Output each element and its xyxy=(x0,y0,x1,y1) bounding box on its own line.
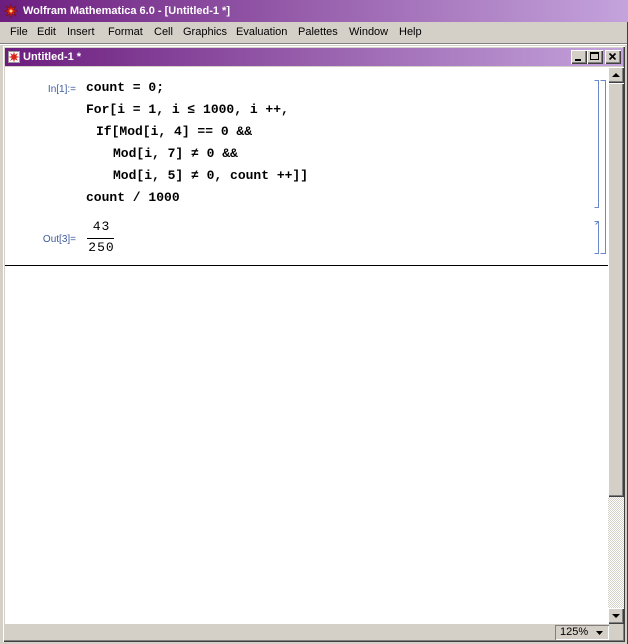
menu-help[interactable]: Help xyxy=(399,22,422,42)
menu-evaluation[interactable]: Evaluation xyxy=(236,22,287,42)
menu-format[interactable]: Format xyxy=(108,22,143,42)
chevron-down-icon xyxy=(596,631,603,635)
maximize-icon xyxy=(590,52,599,60)
input-line[interactable]: Mod[i, 7] ≠ 0 && xyxy=(113,143,238,165)
input-line[interactable]: count = 0; xyxy=(86,77,164,99)
notebook-area[interactable]: In[1]:= count = 0; For[i = 1, i ≤ 1000, … xyxy=(5,67,608,624)
window-title: Wolfram Mathematica 6.0 - [Untitled-1 *] xyxy=(23,5,230,17)
fraction-denominator: 250 xyxy=(88,240,115,255)
vertical-scrollbar[interactable] xyxy=(608,67,624,624)
input-line[interactable]: Mod[i, 5] ≠ 0, count ++]] xyxy=(113,165,308,187)
menu-insert[interactable]: Insert xyxy=(67,22,95,42)
mathematica-spikey-icon[interactable] xyxy=(4,4,18,18)
minimize-button[interactable] xyxy=(571,50,587,64)
zoom-level: 125% xyxy=(560,626,589,638)
fraction-bar xyxy=(87,238,114,239)
menu-window[interactable]: Window xyxy=(349,22,388,42)
scrollbar-thumb[interactable] xyxy=(608,83,624,497)
fraction-numerator: 43 xyxy=(92,219,111,234)
menu-palettes[interactable]: Palettes xyxy=(298,22,338,42)
menu-file[interactable]: File xyxy=(10,22,28,42)
output-label: Out[3]= xyxy=(42,234,76,245)
close-icon xyxy=(608,52,617,61)
menu-edit[interactable]: Edit xyxy=(37,22,56,42)
menu-separator xyxy=(0,43,628,45)
main-title-bar[interactable]: Wolfram Mathematica 6.0 - [Untitled-1 *] xyxy=(0,0,628,22)
status-bar: 125% xyxy=(5,624,624,641)
input-line[interactable]: For[i = 1, i ≤ 1000, i ++, xyxy=(86,99,289,121)
maximize-button[interactable] xyxy=(587,50,603,64)
cell-group-bracket[interactable] xyxy=(598,79,607,255)
scroll-up-button[interactable] xyxy=(608,67,624,83)
scroll-down-button[interactable] xyxy=(608,608,624,624)
notebook-title: Untitled-1 * xyxy=(23,51,82,63)
notebook-icon[interactable] xyxy=(7,50,21,64)
input-line[interactable]: count / 1000 xyxy=(86,187,180,209)
menu-graphics[interactable]: Graphics xyxy=(183,22,227,42)
cell-insertion-line xyxy=(5,265,608,266)
arrow-up-icon xyxy=(612,73,620,77)
menu-bar: File Edit Insert Format Cell Graphics Ev… xyxy=(0,22,628,42)
arrow-down-icon xyxy=(612,614,620,618)
menu-cell[interactable]: Cell xyxy=(154,22,173,42)
minimize-icon xyxy=(575,59,581,61)
zoom-popup[interactable]: 125% xyxy=(555,625,609,640)
close-button[interactable] xyxy=(605,50,621,64)
input-label: In[1]:= xyxy=(47,84,76,95)
input-line[interactable]: If[Mod[i, 4] == 0 && xyxy=(96,121,252,143)
notebook-title-bar[interactable]: Untitled-1 * xyxy=(5,48,623,66)
